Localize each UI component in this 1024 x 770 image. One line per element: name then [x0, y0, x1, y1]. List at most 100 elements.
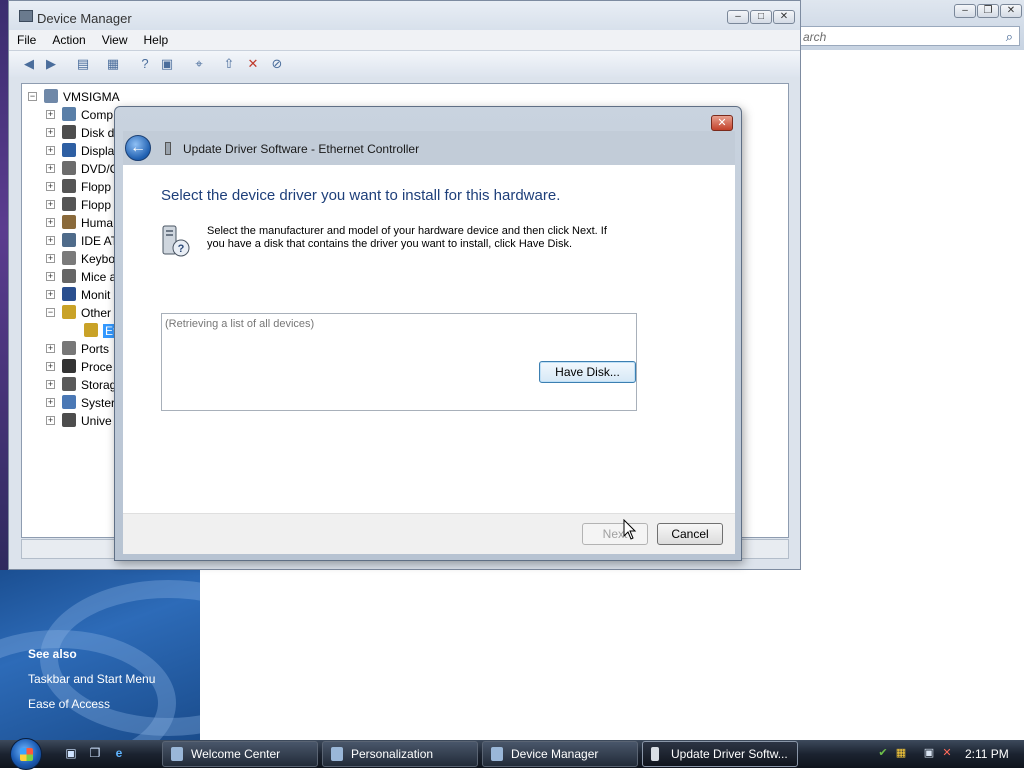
taskbar-item-welcome-center[interactable]: Welcome Center: [162, 741, 318, 767]
see-also-heading: See also: [28, 647, 77, 661]
tree-root-label: VMSIGMA: [63, 90, 120, 104]
dialog-close-button[interactable]: ✕: [711, 115, 733, 131]
cancel-button[interactable]: Cancel: [657, 523, 723, 545]
device-category-icon: [62, 215, 76, 229]
tree-item-label: Huma: [81, 216, 114, 230]
expand-toggle[interactable]: +: [46, 236, 55, 245]
tree-item-label: Storag: [81, 378, 117, 392]
expand-toggle[interactable]: +: [46, 362, 55, 371]
scan-hardware-icon[interactable]: ⌖: [191, 56, 207, 72]
menu-bar: File Action View Help: [9, 30, 800, 51]
restore-button[interactable]: ❐: [977, 4, 999, 18]
menu-action[interactable]: Action: [44, 30, 93, 47]
mouse-cursor-icon: [623, 519, 637, 540]
device-category-icon: [62, 143, 76, 157]
back-arrow-icon[interactable]: ◀: [21, 56, 37, 72]
device-category-icon: [62, 341, 76, 355]
expand-toggle[interactable]: +: [46, 272, 55, 281]
window-title: Device Manager: [37, 11, 132, 26]
show-hide-icon[interactable]: ▣: [159, 56, 175, 72]
start-button[interactable]: [10, 738, 42, 770]
collapse-toggle[interactable]: −: [46, 308, 55, 317]
tree-item-label: Unive: [81, 414, 112, 428]
help-icon[interactable]: ?: [137, 56, 153, 72]
forward-arrow-icon[interactable]: ▶: [43, 56, 59, 72]
expand-toggle[interactable]: +: [46, 164, 55, 173]
tree-item-label: Monit: [81, 288, 111, 302]
switch-windows-icon[interactable]: ❐: [88, 746, 102, 760]
tree-item-label: Syster: [81, 396, 116, 410]
device-category-icon: [62, 287, 76, 301]
expand-toggle[interactable]: +: [46, 344, 55, 353]
menu-file[interactable]: File: [9, 30, 44, 47]
device-category-icon: [62, 197, 76, 211]
dialog-content: Select the device driver you want to ins…: [123, 165, 735, 513]
console-tree-icon[interactable]: ▤: [75, 56, 91, 72]
device-manager-titlebar: Device Manager – □ ✕: [9, 1, 800, 31]
expand-toggle[interactable]: +: [46, 128, 55, 137]
minimize-button[interactable]: –: [954, 4, 976, 18]
expand-toggle[interactable]: +: [46, 200, 55, 209]
tree-item-label: Displa: [81, 144, 115, 158]
see-also-link-taskbar[interactable]: Taskbar and Start Menu: [28, 672, 155, 686]
maximize-button[interactable]: □: [750, 10, 772, 24]
windows-flag-icon[interactable]: ▦: [894, 746, 908, 760]
device-category-icon: [62, 107, 76, 121]
collapse-toggle[interactable]: −: [28, 92, 37, 101]
tree-root[interactable]: − VMSIGMA: [22, 88, 322, 106]
disable-icon[interactable]: ⊘: [269, 56, 285, 72]
tree-item-label: Disk d: [81, 126, 115, 140]
expand-toggle[interactable]: +: [46, 254, 55, 263]
next-button[interactable]: Next: [582, 523, 648, 545]
expand-toggle[interactable]: +: [46, 146, 55, 155]
network-icon[interactable]: ▣: [922, 746, 936, 760]
expand-toggle[interactable]: +: [46, 398, 55, 407]
tree-item-label: IDE AT: [81, 234, 119, 248]
close-button[interactable]: ✕: [773, 10, 795, 24]
menu-help[interactable]: Help: [136, 30, 177, 47]
tree-item-label: Other: [81, 306, 112, 320]
device-category-icon: [62, 233, 76, 247]
device-category-icon: [62, 251, 76, 265]
expand-toggle[interactable]: +: [46, 110, 55, 119]
have-disk-button[interactable]: Have Disk...: [539, 361, 636, 383]
device-category-icon: [62, 125, 76, 139]
security-icon[interactable]: ✔: [876, 746, 890, 760]
tree-item-label: Comp: [81, 108, 114, 122]
back-arrow-icon[interactable]: ←: [125, 135, 151, 161]
tree-item-label: Proce: [81, 360, 113, 374]
taskbar-item-update-driver[interactable]: Update Driver Softw...: [642, 741, 798, 767]
properties-icon[interactable]: ▦: [105, 56, 121, 72]
update-driver-icon[interactable]: ⇧: [221, 56, 237, 72]
device-manager-app-icon: [19, 10, 33, 22]
device-category-icon: [62, 179, 76, 193]
taskbar-item-personalization[interactable]: Personalization: [322, 741, 478, 767]
desktop-wallpaper-edge: [0, 0, 8, 570]
tree-item-label: Mice a: [81, 270, 117, 284]
uninstall-icon[interactable]: ✕: [245, 56, 261, 72]
internet-explorer-icon[interactable]: e: [112, 746, 126, 760]
device-category-icon: [62, 269, 76, 283]
menu-view[interactable]: View: [94, 30, 136, 47]
taskbar-item-device-manager[interactable]: Device Manager: [482, 741, 638, 767]
search-input[interactable]: arch ⌕: [800, 26, 1020, 46]
svg-text:?: ?: [178, 243, 185, 255]
expand-toggle[interactable]: +: [46, 182, 55, 191]
device-list-placeholder: (Retrieving a list of all devices): [165, 318, 315, 330]
expand-toggle[interactable]: +: [46, 218, 55, 227]
dialog-title: Update Driver Software - Ethernet Contro…: [183, 142, 420, 156]
device-category-icon: [62, 359, 76, 373]
device-category-icon: [62, 305, 76, 319]
tree-item-label: Flopp: [81, 198, 112, 212]
show-desktop-icon[interactable]: ▣: [64, 746, 78, 760]
clock[interactable]: 2:11 PM: [965, 747, 1009, 761]
device-icon: [165, 142, 171, 155]
expand-toggle[interactable]: +: [46, 416, 55, 425]
expand-toggle[interactable]: +: [46, 290, 55, 299]
volume-muted-icon[interactable]: ✕: [940, 746, 954, 760]
see-also-link-ease-of-access[interactable]: Ease of Access: [28, 697, 110, 711]
close-button[interactable]: ✕: [1000, 4, 1022, 18]
expand-toggle[interactable]: +: [46, 380, 55, 389]
search-icon[interactable]: ⌕: [1006, 29, 1013, 45]
minimize-button[interactable]: –: [727, 10, 749, 24]
